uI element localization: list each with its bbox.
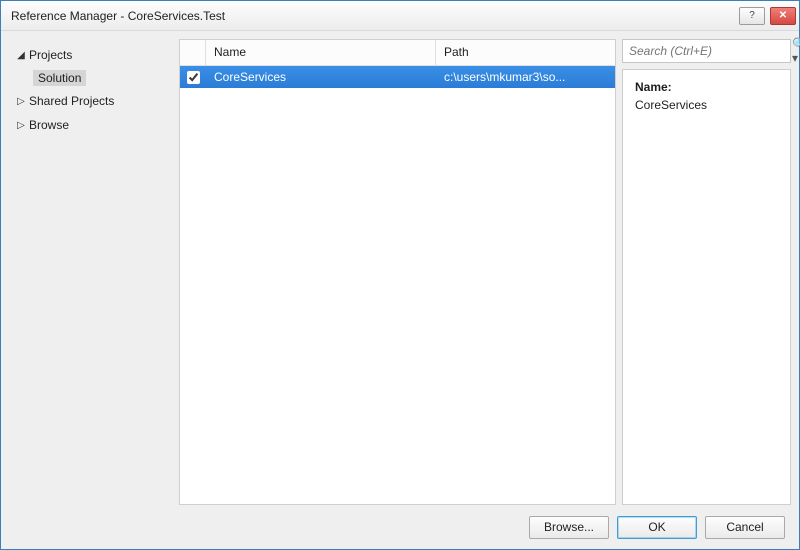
search-box[interactable]: 🔍▾ (622, 39, 791, 63)
list-row[interactable]: CoreServices c:\users\mkumar3\so... (180, 66, 615, 88)
row-checkbox-cell (180, 68, 206, 87)
sidebar-item-solution[interactable]: Solution (9, 67, 179, 89)
dialog-window: Reference Manager - CoreServices.Test ? … (0, 0, 800, 550)
list-header: Name Path (180, 40, 615, 66)
window-title: Reference Manager - CoreServices.Test (11, 9, 737, 23)
sidebar-item-label: Browse (29, 118, 69, 132)
help-button[interactable]: ? (739, 7, 765, 25)
browse-button[interactable]: Browse... (529, 516, 609, 539)
close-button[interactable]: ✕ (770, 7, 796, 25)
button-bar: Browse... OK Cancel (1, 505, 799, 549)
sidebar: ◢ Projects Solution ▷ Shared Projects ▷ … (9, 39, 179, 505)
search-input[interactable] (627, 43, 788, 59)
close-icon: ✕ (779, 10, 787, 21)
search-icon[interactable]: 🔍▾ (788, 37, 800, 65)
sidebar-item-label: Shared Projects (29, 94, 114, 108)
ok-button[interactable]: OK (617, 516, 697, 539)
detail-name-label: Name: (635, 80, 778, 94)
sidebar-item-label: Projects (29, 48, 72, 62)
dialog-body: ◢ Projects Solution ▷ Shared Projects ▷ … (1, 31, 799, 549)
reference-list: Name Path CoreServices c:\users\mkumar3\… (180, 40, 615, 504)
titlebar[interactable]: Reference Manager - CoreServices.Test ? … (1, 1, 799, 31)
column-header-name[interactable]: Name (206, 40, 436, 65)
column-checkbox[interactable] (180, 40, 206, 65)
content-row: ◢ Projects Solution ▷ Shared Projects ▷ … (1, 31, 799, 505)
list-body: CoreServices c:\users\mkumar3\so... (180, 66, 615, 504)
detail-name-value: CoreServices (635, 98, 778, 112)
row-path: c:\users\mkumar3\so... (436, 70, 615, 84)
column-header-path[interactable]: Path (436, 40, 615, 65)
detail-panel: Name: CoreServices (622, 69, 791, 505)
right-panel: 🔍▾ Name: CoreServices (616, 39, 791, 505)
chevron-right-icon: ▷ (15, 120, 27, 131)
cancel-button[interactable]: Cancel (705, 516, 785, 539)
row-checkbox[interactable] (187, 71, 200, 84)
chevron-right-icon: ▷ (15, 96, 27, 107)
row-name: CoreServices (206, 70, 436, 84)
sidebar-item-browse[interactable]: ▷ Browse (9, 113, 179, 137)
center-panel: Name Path CoreServices c:\users\mkumar3\… (179, 39, 616, 505)
sidebar-item-projects[interactable]: ◢ Projects (9, 43, 179, 67)
sidebar-item-label: Solution (33, 70, 86, 86)
sidebar-item-shared-projects[interactable]: ▷ Shared Projects (9, 89, 179, 113)
chevron-down-icon: ◢ (15, 50, 27, 61)
